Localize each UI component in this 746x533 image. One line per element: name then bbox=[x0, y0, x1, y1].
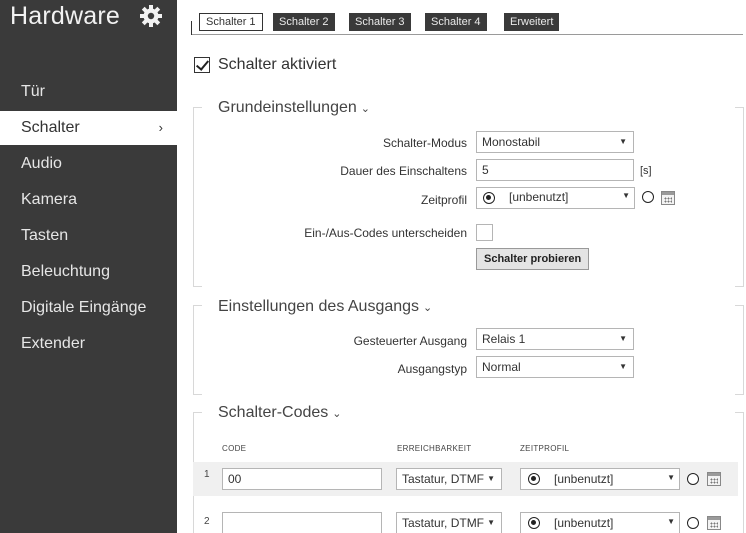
dropdown-arrow-icon: ▼ bbox=[487, 518, 495, 527]
chevron-down-icon: ⌄ bbox=[360, 103, 370, 115]
row-time-profile-select[interactable]: [unbenutzt] ▼ bbox=[520, 512, 680, 533]
sidebar-item-tuer[interactable]: Tür bbox=[0, 75, 177, 109]
switch-mode-value: Monostabil bbox=[482, 135, 541, 149]
chevron-down-icon: ⌄ bbox=[423, 302, 433, 314]
sidebar-item-tasten[interactable]: Tasten bbox=[0, 219, 177, 253]
section-title-text: Einstellungen des Ausgangs bbox=[218, 298, 420, 315]
duration-unit: [s] bbox=[640, 165, 652, 177]
section-title-grundeinstellungen[interactable]: Grundeinstellungen ⌄ bbox=[218, 99, 370, 117]
duration-label: Dauer des Einschaltens bbox=[340, 164, 467, 178]
sidebar-item-extender[interactable]: Extender bbox=[0, 327, 177, 361]
sidebar-title: Hardware bbox=[10, 2, 120, 30]
output-value: Relais 1 bbox=[482, 332, 526, 346]
chevron-down-icon: ⌄ bbox=[332, 408, 342, 420]
tab-erweitert[interactable]: Erweitert bbox=[504, 13, 560, 31]
section-title-text: Schalter-Codes bbox=[218, 404, 329, 421]
section-ausgang bbox=[193, 305, 744, 395]
output-type-select[interactable]: Normal ▼ bbox=[476, 356, 634, 378]
sidebar-item-label: Audio bbox=[21, 155, 62, 172]
dropdown-arrow-icon: ▼ bbox=[619, 362, 627, 371]
sidebar-item-label: Digitale Eingänge bbox=[21, 299, 147, 316]
code-input[interactable] bbox=[222, 512, 382, 533]
test-switch-button[interactable]: Schalter probieren bbox=[476, 248, 590, 270]
reach-select[interactable]: Tastatur, DTMF ▼ bbox=[396, 468, 502, 490]
section-title-ausgang[interactable]: Einstellungen des Ausgangs ⌄ bbox=[218, 298, 433, 316]
switch-mode-select[interactable]: Monostabil ▼ bbox=[476, 131, 634, 153]
sidebar-item-digitale-eingaenge[interactable]: Digitale Eingänge bbox=[0, 291, 177, 325]
time-profile-value: [unbenutzt] bbox=[509, 190, 569, 204]
switch-enabled-checkbox[interactable] bbox=[194, 57, 210, 73]
sidebar-item-label: Extender bbox=[21, 335, 86, 352]
dropdown-arrow-icon: ▼ bbox=[487, 474, 495, 483]
dropdown-arrow-icon: ▼ bbox=[619, 334, 627, 343]
dropdown-arrow-icon: ▼ bbox=[667, 473, 675, 482]
row-time-profile-value: [unbenutzt] bbox=[554, 472, 614, 486]
row-time-profile-radio-on[interactable] bbox=[528, 473, 540, 485]
code-input[interactable]: 00 bbox=[222, 468, 382, 490]
column-header-profile: ZEITPROFIL bbox=[520, 444, 570, 453]
time-profile-label: Zeitprofil bbox=[420, 193, 467, 207]
codes-distinct-checkbox[interactable] bbox=[476, 224, 493, 241]
tab-schalter-2[interactable]: Schalter 2 bbox=[273, 13, 335, 31]
sidebar-item-schalter[interactable]: Schalter › bbox=[0, 111, 177, 145]
dropdown-arrow-icon: ▼ bbox=[667, 517, 675, 526]
dropdown-arrow-icon: ▼ bbox=[622, 191, 630, 200]
sidebar-item-label: Schalter bbox=[21, 119, 80, 136]
time-profile-radio-on[interactable] bbox=[483, 192, 495, 204]
sidebar: Hardware Tür Schalter › Audio Kamera Tast… bbox=[0, 0, 177, 533]
sidebar-item-label: Tür bbox=[21, 83, 45, 100]
output-type-value: Normal bbox=[482, 360, 521, 374]
codes-distinct-label: Ein-/Aus-Codes unterscheiden bbox=[304, 226, 467, 240]
tab-schalter-4[interactable]: Schalter 4 bbox=[425, 13, 487, 31]
gear-icon[interactable] bbox=[139, 4, 163, 28]
row-time-profile-select[interactable]: [unbenutzt] ▼ bbox=[520, 468, 680, 490]
output-label: Gesteuerter Ausgang bbox=[353, 334, 467, 348]
sidebar-item-label: Tasten bbox=[21, 227, 69, 244]
calendar-icon[interactable] bbox=[661, 191, 675, 205]
switch-enabled-label: Schalter aktiviert bbox=[218, 56, 337, 73]
sidebar-item-kamera[interactable]: Kamera bbox=[0, 183, 177, 217]
section-title-codes[interactable]: Schalter-Codes ⌄ bbox=[218, 404, 342, 422]
sidebar-item-label: Beleuchtung bbox=[21, 263, 110, 280]
row-time-profile-radio-off[interactable] bbox=[687, 517, 699, 529]
output-select[interactable]: Relais 1 ▼ bbox=[476, 328, 634, 350]
duration-input[interactable]: 5 bbox=[476, 159, 634, 181]
tab-schalter-1[interactable]: Schalter 1 bbox=[199, 13, 263, 31]
row-time-profile-value: [unbenutzt] bbox=[554, 516, 614, 530]
tab-bar-edge bbox=[191, 21, 192, 35]
row-time-profile-radio-on[interactable] bbox=[528, 517, 540, 529]
reach-value: Tastatur, DTMF bbox=[402, 472, 485, 486]
output-type-label: Ausgangstyp bbox=[397, 362, 467, 376]
tab-bar: Schalter 1 Schalter 2 Schalter 3 Schalte… bbox=[191, 12, 743, 35]
sidebar-item-audio[interactable]: Audio bbox=[0, 147, 177, 181]
calendar-icon[interactable] bbox=[707, 516, 721, 530]
time-profile-radio-off[interactable] bbox=[642, 191, 654, 203]
column-header-code: CODE bbox=[222, 444, 247, 453]
dropdown-arrow-icon: ▼ bbox=[619, 137, 627, 146]
row-number: 2 bbox=[204, 516, 210, 527]
sidebar-item-beleuchtung[interactable]: Beleuchtung bbox=[0, 255, 177, 289]
reach-select[interactable]: Tastatur, DTMF ▼ bbox=[396, 512, 502, 533]
chevron-right-icon: › bbox=[158, 120, 163, 135]
reach-value: Tastatur, DTMF bbox=[402, 516, 485, 530]
section-title-text: Grundeinstellungen bbox=[218, 99, 357, 116]
switch-mode-label: Schalter-Modus bbox=[382, 136, 467, 150]
sidebar-item-label: Kamera bbox=[21, 191, 78, 208]
calendar-icon[interactable] bbox=[707, 472, 721, 486]
row-time-profile-radio-off[interactable] bbox=[687, 473, 699, 485]
row-number: 1 bbox=[204, 469, 210, 480]
column-header-reach: ERREICHBARKEIT bbox=[397, 444, 472, 453]
time-profile-select[interactable]: [unbenutzt] ▼ bbox=[476, 187, 635, 209]
tab-schalter-3[interactable]: Schalter 3 bbox=[349, 13, 411, 31]
